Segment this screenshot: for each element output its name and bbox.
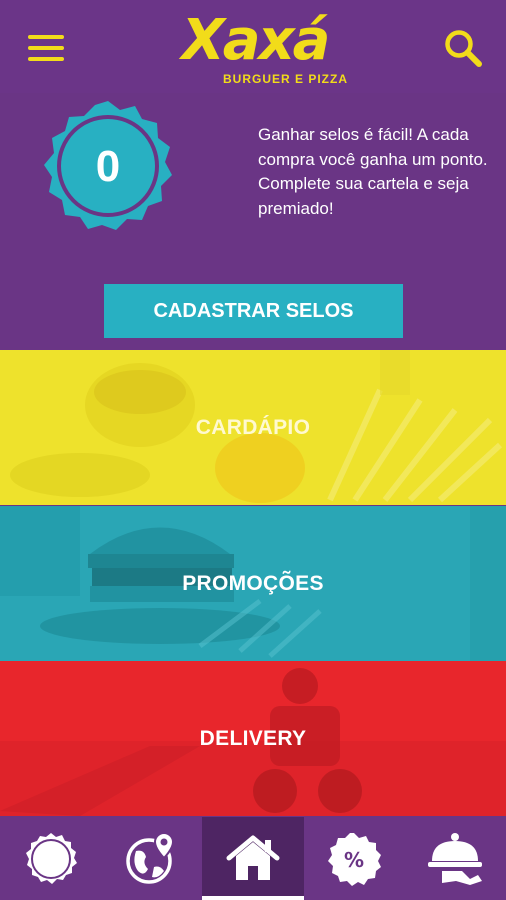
hamburger-menu-icon[interactable]	[28, 35, 64, 61]
stamp-badge-icon	[25, 832, 77, 884]
menu-label: CARDÁPIO	[195, 415, 311, 439]
nav-delivery[interactable]	[405, 817, 506, 900]
delivery-label: DELIVERY	[199, 726, 307, 750]
promotions-label: PROMOÇÕES	[182, 571, 324, 595]
stamp-panel: 0 Ganhar selos é fácil! A cada compra vo…	[0, 93, 506, 350]
menu-tile[interactable]: CARDÁPIO	[0, 350, 506, 505]
stamps-info-text: Ganhar selos é fácil! A cada compra você…	[258, 125, 488, 218]
brand-subtitle: BURGUER E PIZZA	[222, 72, 348, 86]
home-icon	[226, 835, 280, 880]
stamp-count: 0	[95, 142, 121, 191]
brand-name: Xaxá	[181, 8, 331, 73]
search-icon[interactable]	[442, 27, 484, 69]
bottom-navigation: %	[0, 817, 506, 900]
brand-logo: Xaxá BURGUER E PIZZA	[150, 8, 360, 88]
percent-discount-icon: %	[328, 832, 382, 886]
register-stamps-button[interactable]: CADASTRAR SELOS	[104, 284, 403, 338]
nav-promotions[interactable]: %	[304, 817, 405, 900]
svg-text:%: %	[344, 848, 364, 872]
promotions-tile[interactable]: PROMOÇÕES	[0, 506, 506, 661]
nav-locations[interactable]	[101, 817, 202, 900]
top-app-bar: Xaxá BURGUER E PIZZA	[0, 0, 506, 93]
globe-location-icon	[126, 831, 174, 884]
nav-home[interactable]	[202, 817, 304, 900]
delivery-tile[interactable]: DELIVERY	[0, 661, 506, 816]
nav-stamps[interactable]	[0, 817, 101, 900]
delivery-cloche-icon	[428, 832, 483, 885]
